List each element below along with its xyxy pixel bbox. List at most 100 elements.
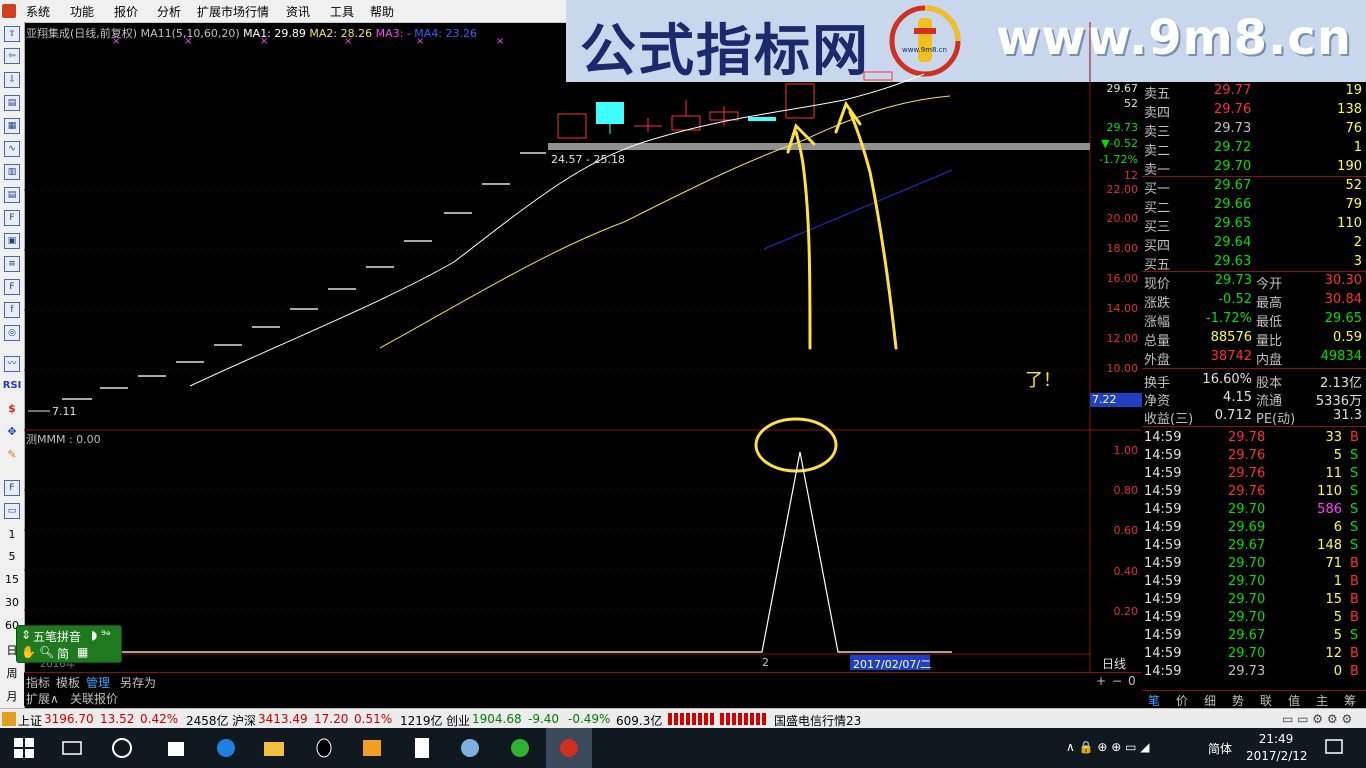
ask-price: 29.76	[1214, 102, 1252, 117]
bid-label: 买三	[1144, 220, 1171, 235]
quote-tab[interactable]: 势	[1232, 692, 1244, 709]
tick-time: 14:59	[1144, 466, 1182, 481]
period-month-button[interactable]: 月	[0, 688, 24, 704]
wave-icon[interactable]: 〰	[4, 356, 20, 372]
quote-tab[interactable]: 筹	[1344, 692, 1356, 709]
edge-icon[interactable]	[214, 736, 238, 760]
quote-tab[interactable]: 笔	[1148, 692, 1160, 709]
stat-value: 29.65	[1324, 311, 1362, 326]
tab-extend[interactable]: 扩展∧	[26, 690, 59, 707]
ime-name[interactable]: 五笔拼音	[33, 628, 81, 645]
indicator-spike	[24, 451, 952, 653]
menu-tools[interactable]: 工具	[330, 3, 354, 20]
left-arrow-icon[interactable]: ⇦	[4, 48, 20, 64]
period-1-button[interactable]: 1	[0, 528, 24, 541]
ask-row[interactable]: 卖二 29.72 1	[1142, 139, 1366, 159]
store-icon[interactable]	[164, 736, 188, 760]
current-date[interactable]: 2017/02/07/二	[853, 656, 931, 672]
ask-row[interactable]: 卖四 29.76 138	[1142, 101, 1366, 121]
axis-label: 16.00	[1106, 272, 1139, 285]
ime-mode[interactable]: 简	[57, 645, 69, 662]
quote-tab[interactable]: 值	[1288, 692, 1300, 709]
document-icon[interactable]: ▣	[4, 233, 20, 249]
ime-indicator[interactable]: 简体	[1208, 740, 1232, 757]
quote-tab[interactable]: 价	[1176, 692, 1188, 709]
extend-tabs: 扩展∧ 关联报价	[24, 688, 1142, 706]
tick-time: 14:59	[1144, 628, 1182, 643]
table-icon[interactable]: ▤	[4, 187, 20, 203]
zoom-in-button[interactable]: +	[1096, 674, 1106, 688]
news-ticker[interactable]: 国盛电信行情23	[774, 712, 861, 729]
task-view-icon[interactable]	[60, 736, 84, 760]
ime-toolbar[interactable]: ⇕ 五笔拼音 ◗ ⁹ᵉ ✋ 🔍︎ 简 ▦	[16, 625, 122, 663]
folder-icon[interactable]	[262, 736, 286, 760]
quote-tab[interactable]: 主	[1316, 692, 1328, 709]
move-icon[interactable]: ✥	[0, 425, 24, 438]
dollar-icon[interactable]: $	[0, 402, 24, 415]
quote-tab[interactable]: 细	[1204, 692, 1216, 709]
pencil-icon[interactable]: ✎	[0, 448, 24, 461]
up-arrow-icon[interactable]: ⇧	[4, 26, 20, 42]
ask-row[interactable]: 卖三 29.73 76	[1142, 120, 1366, 140]
ime-extra[interactable]: ◗ ⁹ᵉ	[91, 628, 111, 642]
circle-icon[interactable]: ◎	[4, 325, 20, 341]
clock-time[interactable]: 21:49	[1246, 732, 1306, 746]
notification-icon[interactable]	[1322, 736, 1346, 760]
tick-time: 14:59	[1144, 484, 1182, 499]
ask-row[interactable]: 卖一 29.70 190	[1142, 158, 1366, 178]
bid-row[interactable]: 买五 29.63 3	[1142, 253, 1366, 273]
bid-row[interactable]: 买三 29.65 110	[1142, 215, 1366, 235]
rsi-button[interactable]: RSI	[0, 380, 24, 391]
line-chart-icon[interactable]: ∿	[4, 141, 20, 157]
clock-date[interactable]: 2017/2/12	[1246, 749, 1308, 763]
down-arrow-icon[interactable]: ⇩	[4, 72, 20, 88]
browser-icon[interactable]	[508, 736, 532, 760]
period-15-button[interactable]: 15	[0, 573, 24, 586]
period-5-button[interactable]: 5	[0, 550, 24, 563]
fin-value: 0.712	[1214, 408, 1252, 423]
tray-icons[interactable]: ∧ 🔒 ⊕ ⊕ ▭ ◢	[1066, 740, 1149, 754]
grid-icon[interactable]: ▦	[4, 118, 20, 134]
period-30-button[interactable]: 30	[0, 596, 24, 609]
bid-row[interactable]: 买二 29.66 79	[1142, 196, 1366, 216]
candle-icon[interactable]: ▥	[4, 164, 20, 180]
menu-quote[interactable]: 报价	[114, 3, 138, 20]
f5-icon[interactable]: F	[4, 480, 20, 496]
report-icon[interactable]: ▤	[4, 95, 20, 111]
page-icon[interactable]: ▭	[4, 503, 20, 519]
axis-label: 29.73	[1106, 121, 1139, 134]
f10b-icon[interactable]: f	[4, 302, 20, 318]
quote-tab[interactable]: 联	[1260, 692, 1272, 709]
tick-time: 14:59	[1144, 610, 1182, 625]
list-icon[interactable]: ≡	[4, 256, 20, 272]
qq-icon[interactable]	[312, 736, 336, 760]
period-label[interactable]: 日线	[1102, 655, 1126, 672]
video-icon[interactable]	[360, 736, 384, 760]
tab-related-quote[interactable]: 关联报价	[70, 690, 118, 707]
zoom-reset-button[interactable]: 0	[1128, 674, 1136, 688]
menu-function[interactable]: 功能	[70, 3, 94, 20]
menu-help[interactable]: 帮助	[370, 3, 394, 20]
hs-change: 17.20	[314, 712, 349, 726]
menu-analysis[interactable]: 分析	[157, 3, 181, 20]
paint-icon[interactable]	[458, 736, 482, 760]
ask-row[interactable]: 卖五 29.77 19	[1142, 82, 1366, 102]
ask-price: 29.72	[1214, 140, 1252, 155]
menu-news[interactable]: 资讯	[286, 3, 310, 20]
menu-system[interactable]: 系统	[26, 3, 50, 20]
active-app-tab[interactable]	[546, 728, 592, 768]
windows-start-icon[interactable]	[12, 736, 36, 760]
kline-chart[interactable]: × × × × × ×	[24, 22, 1142, 672]
app-flower-icon[interactable]	[110, 736, 134, 760]
bid-row[interactable]: 买一 29.67 52	[1142, 177, 1366, 197]
stat-row: 涨幅 -1.72% 最低 29.65	[1142, 310, 1366, 330]
fin-icon[interactable]: F	[4, 210, 20, 226]
bid-row[interactable]: 买四 29.64 2	[1142, 234, 1366, 254]
f10-icon[interactable]: F	[4, 279, 20, 295]
window-icon[interactable]: ▭ ▭ ⚙ ⚙ ⚙	[1282, 712, 1352, 726]
zoom-out-button[interactable]: −	[1112, 674, 1122, 688]
document-icon[interactable]	[410, 736, 434, 760]
axis-label: 10.00	[1106, 362, 1139, 375]
menu-extended-market[interactable]: 扩展市场行情	[197, 3, 269, 20]
period-week-button[interactable]: 周	[0, 665, 24, 681]
